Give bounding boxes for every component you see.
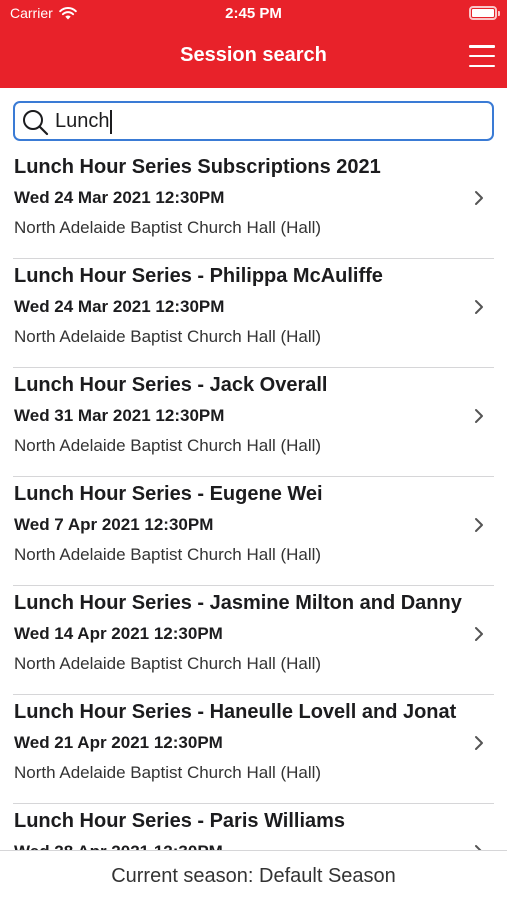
- session-venue: North Adelaide Baptist Church Hall (Hall…: [14, 545, 322, 564]
- session-date: Wed 24 Mar 2021 12:30PM: [14, 188, 225, 207]
- session-title: Lunch Hour Series - Paris Williams: [14, 810, 346, 832]
- search-field[interactable]: [13, 101, 494, 141]
- current-season-label: Current season: Default Season: [111, 865, 396, 887]
- hamburger-icon-line: [469, 54, 495, 58]
- session-title: Lunch Hour Series - Philippa McAuliffe: [14, 265, 383, 287]
- session-date: Wed 21 Apr 2021 12:30PM: [14, 733, 223, 752]
- session-row[interactable]: Lunch Hour Series - Paris Williams Wed 2…: [13, 804, 494, 850]
- chevron-right-icon: [475, 736, 483, 750]
- session-venue: North Adelaide Baptist Church Hall (Hall…: [14, 327, 322, 346]
- session-row[interactable]: Lunch Hour Series Subscriptions 2021 Wed…: [13, 150, 494, 259]
- hamburger-icon: [469, 45, 495, 48]
- search-icon: [23, 110, 49, 136]
- session-venue: North Adelaide Baptist Church Hall (Hall…: [14, 654, 322, 673]
- session-date: Wed 24 Mar 2021 12:30PM: [14, 297, 225, 316]
- session-venue: North Adelaide Baptist Church Hall (Hall…: [14, 763, 322, 782]
- chevron-right-icon: [475, 191, 483, 205]
- battery-icon: [469, 6, 500, 20]
- session-row[interactable]: Lunch Hour Series - Philippa McAuliffe W…: [13, 259, 494, 368]
- session-date: Wed 28 Apr 2021 12:30PM: [14, 842, 223, 850]
- session-row[interactable]: Lunch Hour Series - Eugene Wei Wed 7 Apr…: [13, 477, 494, 586]
- session-title: Lunch Hour Series Subscriptions 2021: [14, 156, 381, 178]
- session-list[interactable]: Lunch Hour Series Subscriptions 2021 Wed…: [0, 150, 507, 850]
- chevron-right-icon: [475, 409, 483, 423]
- session-row[interactable]: Lunch Hour Series - Jack Overall Wed 31 …: [13, 368, 494, 477]
- menu-button[interactable]: [469, 45, 495, 67]
- session-venue: North Adelaide Baptist Church Hall (Hall…: [14, 436, 322, 455]
- chevron-right-icon: [475, 518, 483, 532]
- footer: Current season: Default Season: [0, 850, 507, 900]
- session-date: Wed 14 Apr 2021 12:30PM: [14, 624, 223, 643]
- text-cursor: [110, 110, 112, 134]
- chevron-right-icon: [475, 300, 483, 314]
- session-row[interactable]: Lunch Hour Series - Haneulle Lovell and …: [13, 695, 494, 804]
- page-title: Session search: [180, 44, 327, 66]
- session-title: Lunch Hour Series - Jasmine Milton and D…: [14, 592, 462, 614]
- status-bar: Carrier 2:45 PM: [0, 0, 507, 28]
- session-date: Wed 31 Mar 2021 12:30PM: [14, 406, 225, 425]
- chevron-right-icon: [475, 627, 483, 641]
- session-title: Lunch Hour Series - Jack Overall: [14, 374, 328, 396]
- hamburger-icon-line: [469, 64, 495, 67]
- session-title: Lunch Hour Series - Eugene Wei: [14, 483, 323, 505]
- search-input[interactable]: [55, 106, 485, 136]
- session-title: Lunch Hour Series - Haneulle Lovell and …: [14, 701, 457, 723]
- session-row[interactable]: Lunch Hour Series - Jasmine Milton and D…: [13, 586, 494, 695]
- session-venue: North Adelaide Baptist Church Hall (Hall…: [14, 218, 322, 237]
- status-time: 2:45 PM: [225, 5, 282, 22]
- navigation-bar: Session search: [0, 28, 507, 88]
- session-date: Wed 7 Apr 2021 12:30PM: [14, 515, 214, 534]
